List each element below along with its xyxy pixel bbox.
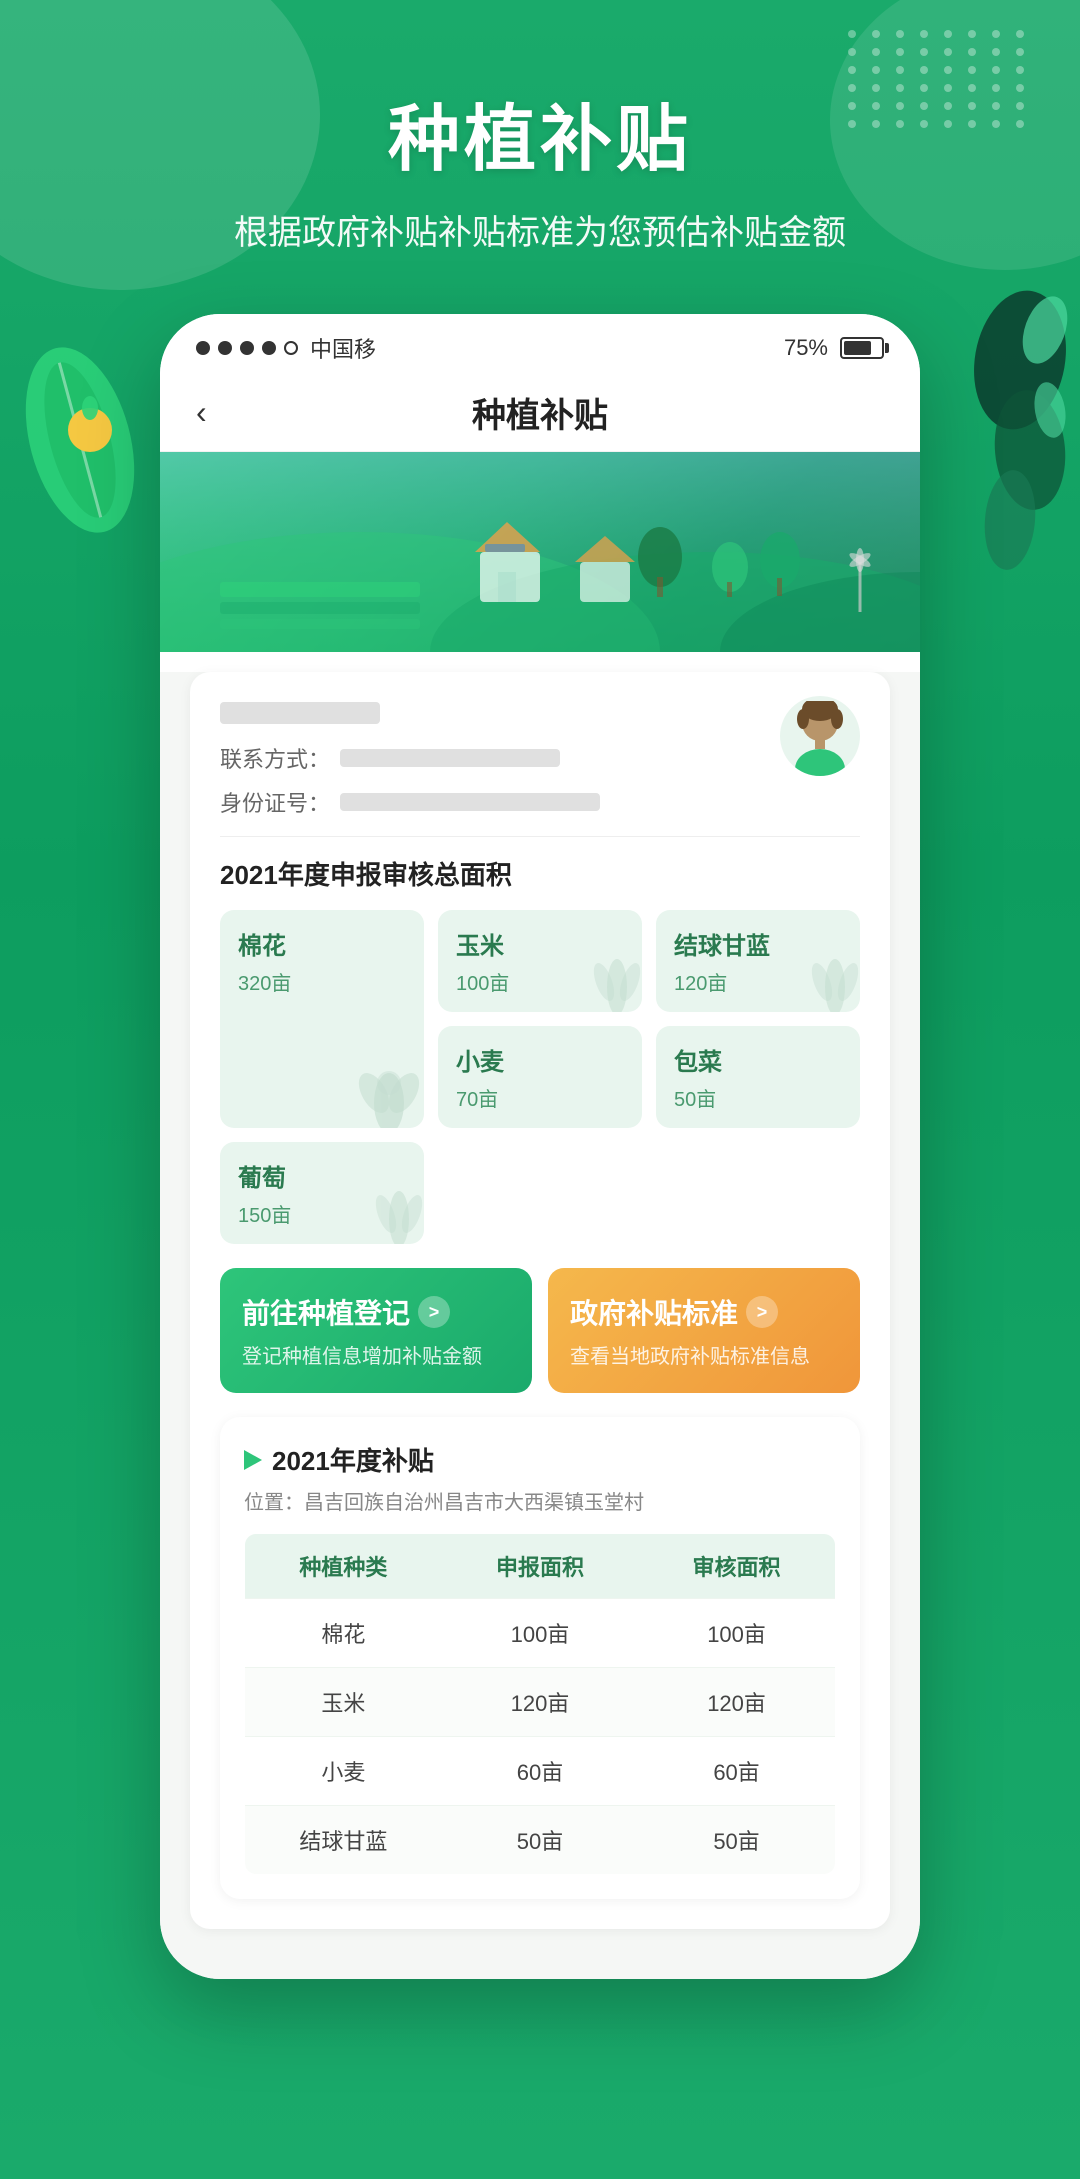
crop-area-baicai: 50亩: [674, 1083, 842, 1112]
table-cell-reported: 50亩: [442, 1806, 638, 1875]
subsidy-location: 位置：昌吉回族自治州昌吉市大西渠镇玉堂村: [244, 1486, 836, 1515]
planting-register-sub: 登记种植信息增加补贴金额: [242, 1340, 510, 1369]
phone-status-bar: 中国移 75%: [160, 314, 920, 374]
subsidy-year-title: 2021年度补贴: [244, 1441, 836, 1478]
navbar-title: 种植补贴: [472, 388, 608, 437]
table-cell-approved: 100亩: [638, 1599, 835, 1668]
annual-area-title: 2021年度申报审核总面积: [220, 855, 860, 892]
phone-mockup: 中国移 75% ‹ 种植补贴: [160, 314, 920, 1979]
hero-farm-scene: [160, 452, 920, 652]
status-right: 75%: [784, 335, 884, 361]
signal-dot-5: [284, 341, 298, 355]
page-subtitle: 根据政府补贴补贴标准为您预估补贴金额: [234, 205, 846, 254]
subsidy-section: 2021年度补贴 位置：昌吉回族自治州昌吉市大西渠镇玉堂村 种植种类 申报面积 …: [220, 1417, 860, 1899]
crop-name-wheat: 小麦: [456, 1042, 624, 1077]
subsidy-table: 种植种类 申报面积 审核面积 棉花100亩100亩玉米120亩120亩小麦60亩…: [244, 1533, 836, 1875]
battery-fill: [844, 341, 871, 355]
user-avatar: [780, 696, 860, 776]
user-divider: [220, 836, 860, 837]
subsidy-standard-sub: 查看当地政府补贴标准信息: [570, 1340, 838, 1369]
table-cell-crop: 玉米: [245, 1668, 442, 1737]
id-label: 身份证号：: [220, 786, 330, 818]
crop-card-wheat: 小麦 70亩: [438, 1026, 642, 1128]
table-cell-reported: 100亩: [442, 1599, 638, 1668]
table-header-approved: 审核面积: [638, 1534, 835, 1599]
table-row: 棉花100亩100亩: [245, 1599, 836, 1668]
carrier-label: 中国移: [310, 332, 376, 364]
crop-icon-cabbage: [800, 952, 860, 1012]
crop-card-baicai: 包菜 50亩: [656, 1026, 860, 1128]
planting-register-button[interactable]: 前往种植登记 > 登记种植信息增加补贴金额: [220, 1268, 532, 1393]
planting-register-title: 前往种植登记 >: [242, 1292, 510, 1332]
crop-card-grape: 葡萄 150亩: [220, 1142, 424, 1244]
crop-card-corn: 玉米 100亩: [438, 910, 642, 1012]
crop-icon-corn: [582, 952, 642, 1012]
table-cell-approved: 60亩: [638, 1737, 835, 1806]
id-value-blurred: [340, 793, 600, 811]
contact-value-blurred: [340, 749, 560, 767]
crop-icon-grape: [364, 1184, 424, 1244]
phone-navbar: ‹ 种植补贴: [160, 374, 920, 452]
phone-body: 联系方式： 身份证号：: [160, 672, 920, 1979]
crop-card-cabbage: 结球甘蓝 120亩: [656, 910, 860, 1012]
table-cell-crop: 结球甘蓝: [245, 1806, 442, 1875]
crop-card-cotton: 棉花 320亩: [220, 910, 424, 1128]
crop-name-baicai: 包菜: [674, 1042, 842, 1077]
crop-area-wheat: 70亩: [456, 1083, 624, 1112]
user-name-blurred: [220, 702, 380, 724]
subsidy-standard-arrow: >: [746, 1296, 778, 1328]
table-header-reported: 申报面积: [442, 1534, 638, 1599]
status-left: 中国移: [196, 332, 376, 364]
back-button[interactable]: ‹: [196, 394, 207, 431]
table-header-crop: 种植种类: [245, 1534, 442, 1599]
crop-name-cotton: 棉花: [238, 926, 406, 961]
contact-row: 联系方式：: [220, 742, 860, 774]
subsidy-standard-title: 政府补贴标准 >: [570, 1292, 838, 1332]
user-card: 联系方式： 身份证号：: [190, 672, 890, 1929]
page-main-title: 种植补贴: [388, 80, 692, 185]
table-cell-approved: 120亩: [638, 1668, 835, 1737]
signal-dot-3: [240, 341, 254, 355]
table-cell-approved: 50亩: [638, 1806, 835, 1875]
triangle-icon: [244, 1450, 262, 1470]
crop-icon-cotton: [339, 1043, 424, 1128]
table-cell-crop: 棉花: [245, 1599, 442, 1668]
signal-dot-1: [196, 341, 210, 355]
crop-grid: 棉花 320亩 玉米: [220, 910, 860, 1244]
table-cell-reported: 120亩: [442, 1668, 638, 1737]
planting-register-arrow: >: [418, 1296, 450, 1328]
contact-label: 联系方式：: [220, 742, 330, 774]
battery-percent: 75%: [784, 335, 828, 361]
signal-dot-2: [218, 341, 232, 355]
id-row: 身份证号：: [220, 786, 860, 818]
subsidy-standard-button[interactable]: 政府补贴标准 > 查看当地政府补贴标准信息: [548, 1268, 860, 1393]
action-buttons-row: 前往种植登记 > 登记种植信息增加补贴金额 政府补贴标准 >: [220, 1268, 860, 1393]
table-row: 结球甘蓝50亩50亩: [245, 1806, 836, 1875]
table-cell-crop: 小麦: [245, 1737, 442, 1806]
battery-icon: [840, 337, 884, 359]
crop-area-cotton: 320亩: [238, 967, 406, 996]
table-row: 小麦60亩60亩: [245, 1737, 836, 1806]
signal-dot-4: [262, 341, 276, 355]
table-cell-reported: 60亩: [442, 1737, 638, 1806]
table-row: 玉米120亩120亩: [245, 1668, 836, 1737]
